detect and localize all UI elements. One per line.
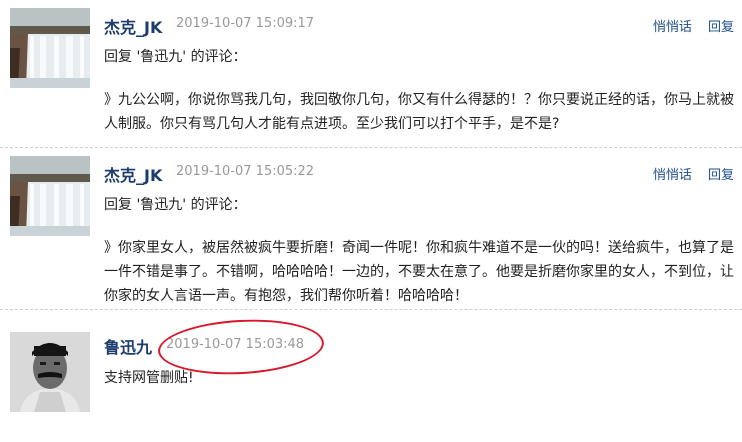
reply-to-label: 回复 '鲁迅九' 的评论： bbox=[104, 49, 247, 65]
comment-author[interactable]: 杰克_JK bbox=[104, 162, 162, 186]
comment-body: 》九公公啊，你说你骂我几句，我回敬你几句，你又有什么得瑟的！？你只要说正经的话，… bbox=[104, 92, 734, 132]
whisper-link[interactable]: 悄悄话 bbox=[653, 20, 692, 35]
comment-actions: 悄悄话 回复 bbox=[641, 164, 734, 183]
comment-item: 杰克_JK 2019-10-07 15:09:17 悄悄话 回复 回复 '鲁迅九… bbox=[0, 0, 742, 148]
comment-author[interactable]: 杰克_JK bbox=[104, 14, 162, 38]
comment-item: 杰克_JK 2019-10-07 15:05:22 悄悄话 回复 回复 '鲁迅九… bbox=[0, 148, 742, 310]
comment-item: 鲁迅九 2019-10-07 15:03:48 支持网管删贴! bbox=[0, 310, 742, 442]
reply-to-label: 回复 '鲁迅九' 的评论： bbox=[104, 197, 247, 213]
user-avatar[interactable] bbox=[10, 332, 90, 412]
user-avatar[interactable] bbox=[10, 8, 90, 88]
comment-body: 》你家里女人，被居然被疯牛要折磨！奇闻一件呢！你和疯牛难道不是一伙的吗！送给疯牛… bbox=[104, 240, 734, 304]
whisper-link[interactable]: 悄悄话 bbox=[653, 168, 692, 183]
comment-author[interactable]: 鲁迅九 bbox=[104, 334, 152, 358]
comment-actions: 悄悄话 回复 bbox=[641, 16, 734, 35]
comment-body: 支持网管删贴! bbox=[104, 370, 194, 386]
reply-link[interactable]: 回复 bbox=[708, 20, 734, 35]
user-avatar[interactable] bbox=[10, 156, 90, 236]
reply-link[interactable]: 回复 bbox=[708, 168, 734, 183]
comment-time: 2019-10-07 15:03:48 bbox=[166, 337, 305, 352]
comment-time: 2019-10-07 15:05:22 bbox=[176, 164, 315, 179]
comment-time: 2019-10-07 15:09:17 bbox=[176, 16, 315, 31]
